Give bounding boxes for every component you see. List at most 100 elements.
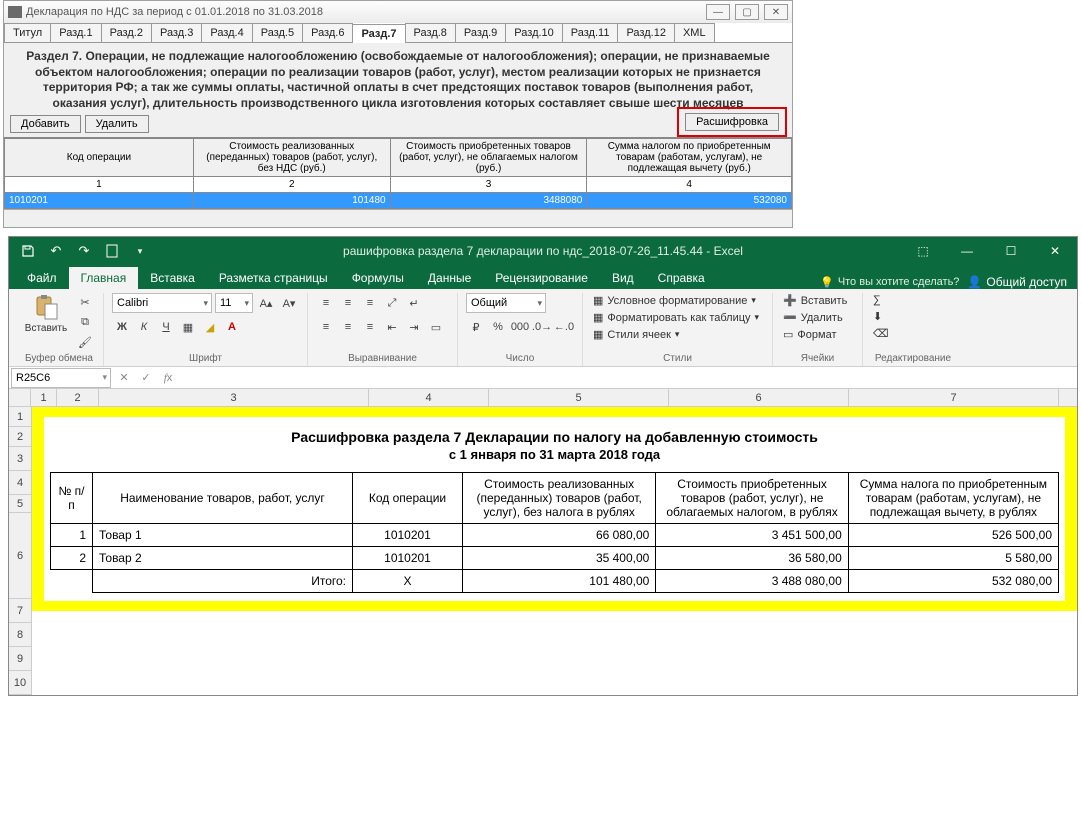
tab-data[interactable]: Данные (416, 267, 483, 289)
inc-decimal-icon[interactable]: .0→ (532, 317, 552, 337)
excel-close-button[interactable]: ✕ (1033, 237, 1077, 265)
increase-font-icon[interactable]: A▴ (256, 293, 276, 313)
decode-button[interactable]: Расшифровка (685, 113, 779, 131)
excel-minimize-button[interactable]: — (945, 237, 989, 265)
row-header-4[interactable]: 4 (9, 471, 31, 495)
autosum-button[interactable]: ∑ (871, 293, 883, 307)
delete-cells-button[interactable]: ➖Удалить (781, 310, 845, 325)
fill-color-icon[interactable]: ◢ (200, 317, 220, 337)
save-icon[interactable] (19, 242, 37, 260)
section-tab-Разд.12[interactable]: Разд.12 (617, 23, 674, 42)
qat-more-icon[interactable]: ▾ (131, 242, 149, 260)
align-bottom-icon[interactable]: ≡ (360, 293, 380, 313)
tell-me[interactable]: 💡 Что вы хотите сделать? (820, 276, 959, 289)
worksheet[interactable]: 1234567 12345678910 Расшифровка раздела … (9, 389, 1077, 695)
maximize-button[interactable]: ▢ (735, 4, 759, 20)
operations-grid[interactable]: Код операции Стоимость реализованных (пе… (4, 138, 792, 209)
section-tab-Разд.6[interactable]: Разд.6 (302, 23, 353, 42)
delete-button[interactable]: Удалить (85, 115, 149, 133)
bold-icon[interactable]: Ж (112, 317, 132, 337)
font-size-combo[interactable]: 11 (215, 293, 253, 313)
row-header-1[interactable]: 1 (9, 407, 31, 427)
format-painter-icon[interactable]: 🖌 (75, 333, 95, 351)
section-tab-XML[interactable]: XML (674, 23, 715, 42)
section-tab-Разд.11[interactable]: Разд.11 (562, 23, 619, 42)
undo-icon[interactable]: ↶ (47, 242, 65, 260)
tab-help[interactable]: Справка (646, 267, 717, 289)
col-header-7[interactable]: 7 (849, 389, 1059, 406)
section-tab-Разд.9[interactable]: Разд.9 (455, 23, 506, 42)
section-tab-Разд.1[interactable]: Разд.1 (50, 23, 101, 42)
excel-maximize-button[interactable]: ☐ (989, 237, 1033, 265)
insert-cells-button[interactable]: ➕Вставить (781, 293, 849, 308)
tab-formulas[interactable]: Формулы (340, 267, 416, 289)
col-header-2[interactable]: 2 (57, 389, 99, 406)
minimize-button[interactable]: — (706, 4, 730, 20)
section-tab-Разд.3[interactable]: Разд.3 (151, 23, 202, 42)
align-top-icon[interactable]: ≡ (316, 293, 336, 313)
section-tab-Разд.4[interactable]: Разд.4 (201, 23, 252, 42)
col-header-6[interactable]: 6 (669, 389, 849, 406)
share-button[interactable]: 👤 Общий доступ (967, 275, 1067, 289)
underline-icon[interactable]: Ч (156, 317, 176, 337)
fx-icon[interactable]: fx (157, 368, 179, 388)
section-tab-Разд.2[interactable]: Разд.2 (101, 23, 152, 42)
row-header-5[interactable]: 5 (9, 495, 31, 513)
tab-file[interactable]: Файл (15, 267, 69, 289)
row-header-6[interactable]: 6 (9, 513, 31, 599)
name-box[interactable]: R25C6 (11, 368, 111, 388)
col-header-5[interactable]: 5 (489, 389, 669, 406)
percent-icon[interactable]: % (488, 317, 508, 337)
row-header-10[interactable]: 10 (9, 671, 31, 695)
section-tab-Разд.5[interactable]: Разд.5 (252, 23, 303, 42)
row-header-9[interactable]: 9 (9, 647, 31, 671)
section-tab-Разд.10[interactable]: Разд.10 (505, 23, 562, 42)
cell-styles-button[interactable]: ▦Стили ячеек▾ (591, 327, 681, 342)
fill-button[interactable]: ⬇ (871, 309, 884, 324)
indent-dec-icon[interactable]: ⇤ (382, 317, 402, 337)
decrease-font-icon[interactable]: A▾ (279, 293, 299, 313)
format-as-table-button[interactable]: ▦Форматировать как таблицу▾ (591, 310, 761, 325)
table-row[interactable]: 2Товар 2101020135 400,0036 580,005 580,0… (51, 547, 1059, 570)
cell-v3[interactable]: 532080 (587, 193, 792, 209)
number-format-combo[interactable]: Общий (466, 293, 546, 313)
cell-v1[interactable]: 101480 (193, 193, 390, 209)
dec-decimal-icon[interactable]: ←.0 (554, 317, 574, 337)
report-table[interactable]: № п/п Наименование товаров, работ, услуг… (50, 472, 1059, 593)
total-row[interactable]: Итого: Х 101 480,00 3 488 080,00 532 080… (51, 570, 1059, 593)
italic-icon[interactable]: К (134, 317, 154, 337)
cell-v2[interactable]: 3488080 (390, 193, 587, 209)
copy-icon[interactable]: ⧉ (75, 313, 95, 331)
border-icon[interactable]: ▦ (178, 317, 198, 337)
paste-button[interactable]: Вставить (23, 293, 69, 334)
cell-code[interactable]: 1010201 (5, 193, 194, 209)
row-header-7[interactable]: 7 (9, 599, 31, 623)
tab-view[interactable]: Вид (600, 267, 646, 289)
row-header-2[interactable]: 2 (9, 427, 31, 447)
align-right-icon[interactable]: ≡ (360, 317, 380, 337)
section-tab-Разд.7[interactable]: Разд.7 (352, 24, 405, 43)
cut-icon[interactable]: ✂ (75, 293, 95, 311)
section-tab-Разд.8[interactable]: Разд.8 (405, 23, 456, 42)
align-center-icon[interactable]: ≡ (338, 317, 358, 337)
table-row[interactable]: 1Товар 1101020166 080,003 451 500,00526 … (51, 524, 1059, 547)
tab-layout[interactable]: Разметка страницы (207, 267, 340, 289)
add-button[interactable]: Добавить (10, 115, 81, 133)
ribbon-options-icon[interactable]: ⬚ (901, 237, 945, 265)
format-cells-button[interactable]: ▭Формат (781, 327, 838, 342)
align-middle-icon[interactable]: ≡ (338, 293, 358, 313)
row-header-3[interactable]: 3 (9, 447, 31, 471)
currency-icon[interactable]: ₽ (466, 317, 486, 337)
col-header-4[interactable]: 4 (369, 389, 489, 406)
clear-button[interactable]: ⌫ (871, 326, 891, 341)
conditional-formatting-button[interactable]: ▦Условное форматирование▾ (591, 293, 758, 308)
cancel-fx-icon[interactable]: ✕ (113, 368, 135, 388)
font-name-combo[interactable]: Calibri (112, 293, 212, 313)
comma-icon[interactable]: 000 (510, 317, 530, 337)
merge-icon[interactable]: ▭ (426, 317, 446, 337)
row-header-8[interactable]: 8 (9, 623, 31, 647)
col-header-3[interactable]: 3 (99, 389, 369, 406)
select-all-corner[interactable] (9, 389, 31, 407)
wrap-text-icon[interactable]: ↵ (404, 293, 424, 313)
indent-inc-icon[interactable]: ⇥ (404, 317, 424, 337)
